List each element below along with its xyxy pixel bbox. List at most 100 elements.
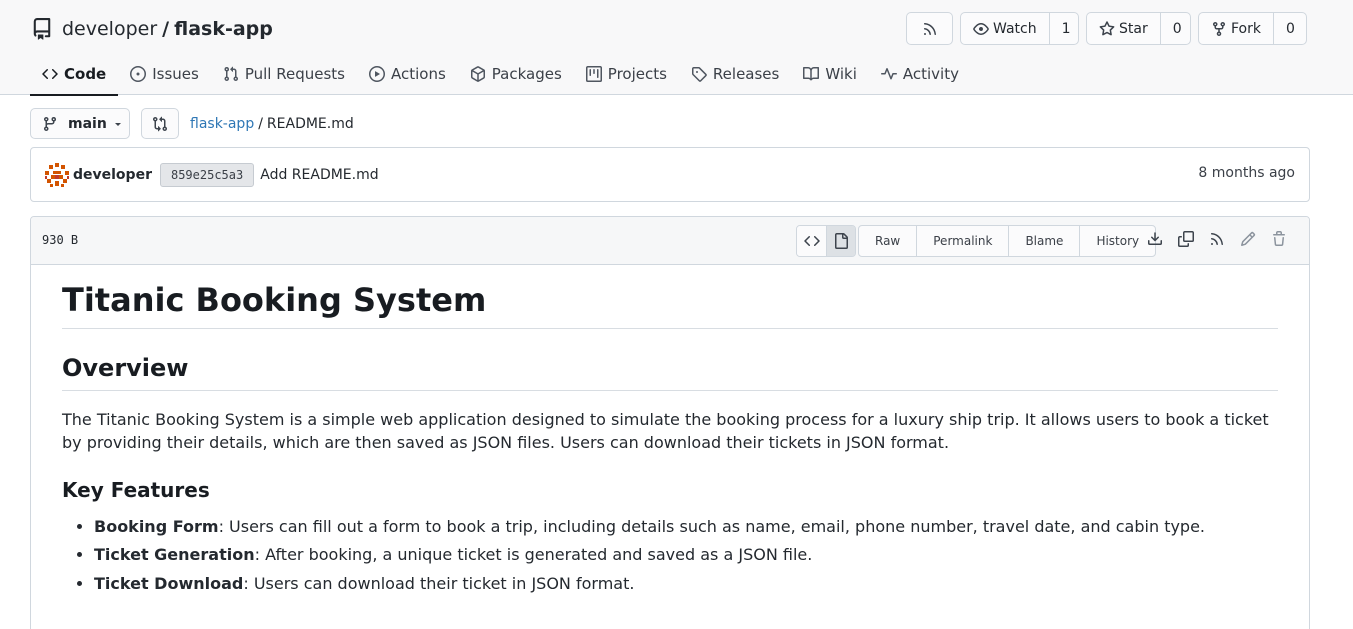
breadcrumb-separator: /: [258, 116, 263, 132]
star-icon: [1099, 20, 1115, 37]
fork-button[interactable]: Fork 0: [1198, 12, 1307, 45]
fork-label: Fork: [1231, 20, 1261, 37]
pulse-icon: [880, 66, 897, 82]
readme-title: Titanic Booking System: [62, 282, 1278, 330]
tab-pull-requests[interactable]: Pull Requests: [211, 52, 357, 95]
list-item: Ticket Generation: After booking, a uniq…: [94, 544, 1278, 566]
tab-actions[interactable]: Actions: [357, 52, 458, 95]
feature-text: : After booking, a unique ticket is gene…: [254, 545, 813, 565]
tab-label: Wiki: [825, 64, 857, 83]
repo-owner-link[interactable]: developer: [62, 18, 157, 40]
repo-header: developer / flask-app Watch 1 Star 0 For…: [0, 0, 1353, 96]
file-icon-actions: [1147, 231, 1302, 247]
watch-label-segment[interactable]: Watch: [961, 13, 1049, 44]
file-size: 930 B: [42, 233, 79, 247]
commit-author[interactable]: developer: [73, 167, 152, 183]
tab-label: Activity: [902, 64, 959, 83]
watch-button[interactable]: Watch 1: [960, 12, 1079, 45]
fork-icon: [1211, 21, 1227, 37]
repo-title: developer / flask-app: [31, 16, 273, 42]
features-heading: Key Features: [62, 477, 210, 502]
list-item: Booking Form: Users can fill out a form …: [94, 516, 1278, 538]
play-icon: [368, 65, 385, 82]
star-count[interactable]: 0: [1159, 13, 1194, 44]
package-icon: [470, 65, 486, 82]
compare-button[interactable]: [141, 108, 179, 139]
commit-message[interactable]: Add README.md: [260, 167, 378, 183]
feature-name: Booking Form: [94, 516, 219, 536]
file-actions: Raw Permalink Blame History: [858, 225, 1157, 257]
rss-icon: [922, 21, 938, 37]
pull-request-icon: [223, 66, 239, 82]
issue-icon: [130, 65, 147, 82]
avatar[interactable]: [44, 161, 70, 188]
star-label-segment[interactable]: Star: [1087, 13, 1160, 44]
repo-icon: [31, 17, 53, 41]
feature-name: Ticket Generation: [94, 545, 255, 565]
caret-down-icon: [113, 119, 123, 129]
permalink-button[interactable]: Permalink: [916, 226, 1008, 256]
branch-name: main: [68, 115, 107, 132]
view-toggle: [796, 225, 856, 257]
repo-separator: /: [162, 18, 170, 40]
tab-label: Releases: [712, 64, 780, 83]
tab-projects[interactable]: Projects: [574, 52, 679, 95]
repo-tabs: Code Issues Pull Requests Actions Packag…: [30, 52, 971, 96]
code-icon: [803, 233, 820, 249]
pencil-icon[interactable]: [1240, 231, 1256, 247]
rss-feed-button[interactable]: [906, 12, 953, 45]
copy-icon[interactable]: [1178, 231, 1194, 247]
branch-icon: [42, 116, 58, 132]
breadcrumb-repo-link[interactable]: flask-app: [190, 116, 254, 132]
tab-label: Actions: [390, 64, 446, 83]
branch-selector[interactable]: main: [30, 108, 130, 139]
breadcrumb-file: README.md: [266, 116, 354, 132]
feature-text: : Users can fill out a form to book a tr…: [218, 516, 1206, 536]
file-view: 930 B Raw Permalink Blame History Titani…: [30, 216, 1310, 629]
code-icon: [42, 66, 58, 82]
tab-label: Packages: [491, 64, 562, 83]
project-icon: [585, 65, 602, 82]
rss-icon[interactable]: [1209, 231, 1225, 247]
download-icon[interactable]: [1147, 231, 1163, 247]
readme-content: Titanic Booking System Overview The Tita…: [31, 265, 1309, 595]
tab-label: Pull Requests: [244, 64, 345, 83]
latest-commit-bar: developer 859e25c5a3 Add README.md 8 mon…: [30, 147, 1310, 202]
rendered-view-button[interactable]: [826, 226, 855, 256]
tab-label: Issues: [152, 64, 199, 83]
fork-label-segment[interactable]: Fork: [1199, 13, 1273, 44]
source-view-button[interactable]: [797, 226, 826, 256]
feature-text: : Users can download their ticket in JSO…: [243, 573, 635, 593]
watch-label: Watch: [993, 20, 1037, 37]
overview-paragraph: The Titanic Booking System is a simple w…: [62, 409, 1269, 452]
eye-icon: [973, 21, 989, 37]
fork-count[interactable]: 0: [1272, 13, 1307, 44]
blame-button[interactable]: Blame: [1008, 226, 1079, 256]
tab-label: Projects: [607, 64, 667, 83]
history-button[interactable]: History: [1079, 226, 1155, 256]
tab-packages[interactable]: Packages: [458, 52, 574, 95]
list-item: Ticket Download: Users can download thei…: [94, 573, 1278, 595]
commit-sha[interactable]: 859e25c5a3: [159, 162, 255, 187]
tab-code[interactable]: Code: [30, 52, 119, 96]
star-button[interactable]: Star 0: [1086, 12, 1191, 45]
watch-count[interactable]: 1: [1048, 13, 1083, 44]
trash-icon[interactable]: [1271, 231, 1287, 247]
commit-time: 8 months ago: [1198, 165, 1295, 181]
breadcrumb: flask-app / README.md: [190, 112, 354, 136]
tab-activity[interactable]: Activity: [869, 52, 971, 95]
tab-wiki[interactable]: Wiki: [791, 52, 869, 95]
tag-icon: [691, 66, 707, 82]
tab-issues[interactable]: Issues: [118, 52, 211, 95]
raw-button[interactable]: Raw: [859, 226, 916, 256]
file-icon: [833, 233, 849, 249]
tab-label: Code: [64, 64, 107, 83]
file-header: 930 B Raw Permalink Blame History: [31, 217, 1309, 265]
features-list: Booking Form: Users can fill out a form …: [62, 516, 1278, 595]
overview-heading: Overview: [62, 355, 1278, 391]
book-icon: [803, 66, 820, 82]
star-label: Star: [1119, 20, 1148, 37]
tab-releases[interactable]: Releases: [679, 52, 791, 95]
repo-name-link[interactable]: flask-app: [174, 18, 273, 40]
feature-name: Ticket Download: [94, 573, 244, 593]
